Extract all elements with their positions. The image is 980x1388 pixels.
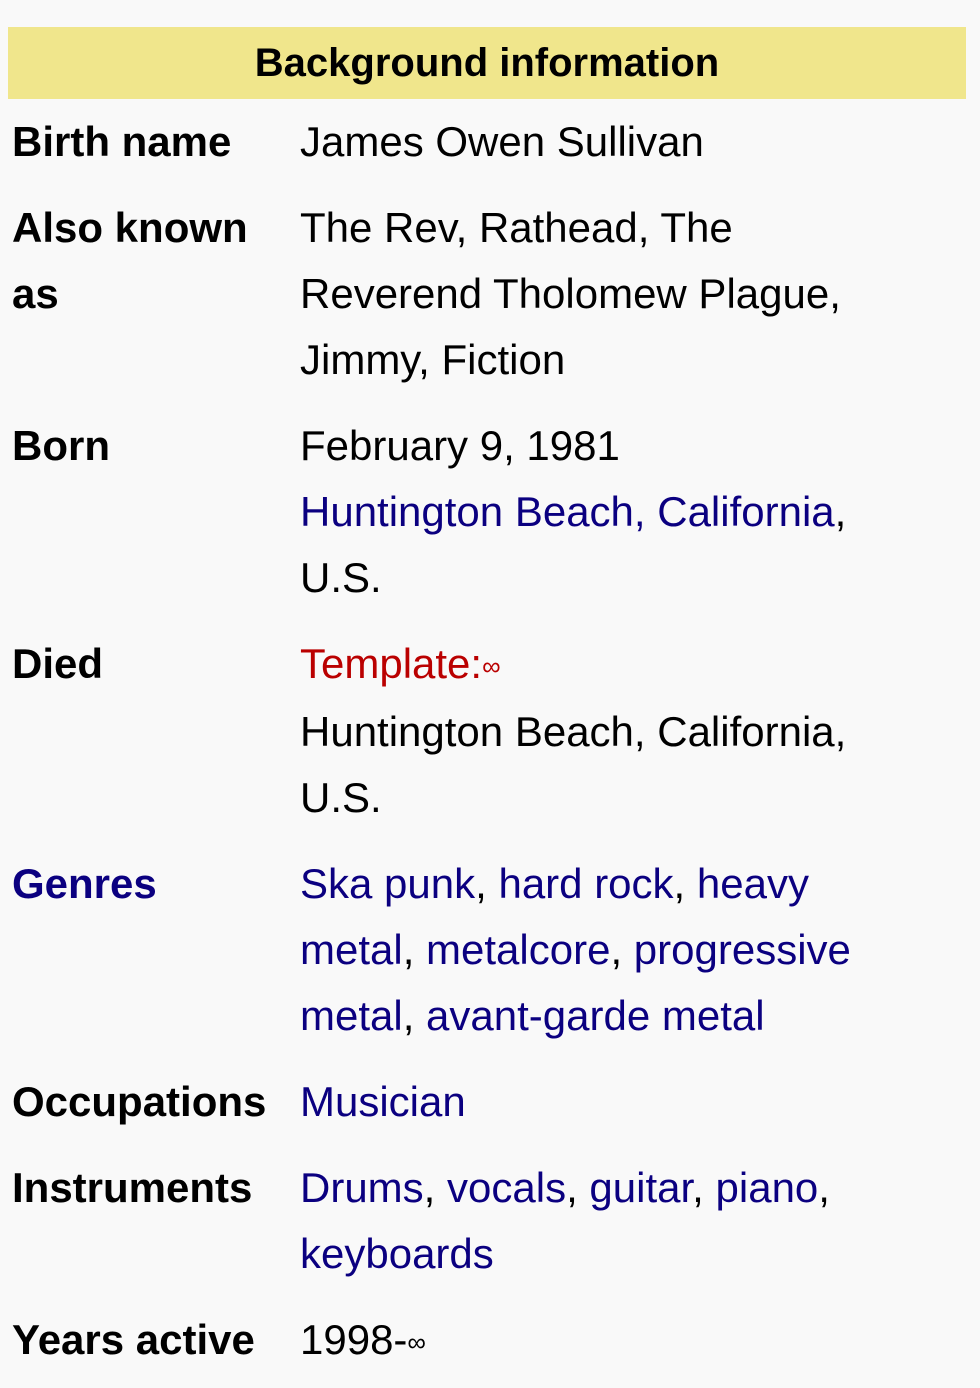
separator: , xyxy=(475,860,499,907)
row-birth-name: Birth name James Owen Sullivan xyxy=(8,109,966,175)
template-redlink[interactable]: Template:∞ xyxy=(300,640,501,687)
row-also-known-as: Also known as The Rev, Rathead, The Reve… xyxy=(8,195,966,393)
label-birth-name: Birth name xyxy=(12,118,232,165)
genre-link[interactable]: hard rock xyxy=(498,860,673,907)
infinity-icon: ∞ xyxy=(407,1327,426,1357)
row-born: Born February 9, 1981 Huntington Beach, … xyxy=(8,413,966,611)
infobox-header: Background information xyxy=(8,27,966,99)
label-also-known-as: Also known as xyxy=(12,204,248,317)
row-years-active: Years active 1998-∞ xyxy=(8,1307,966,1375)
separator: , xyxy=(673,860,697,907)
instrument-link[interactable]: piano xyxy=(716,1164,819,1211)
label-died: Died xyxy=(12,640,104,687)
label-occupations: Occupations xyxy=(12,1078,267,1125)
genre-link[interactable]: avant-garde metal xyxy=(426,992,765,1039)
value-birth-name: James Owen Sullivan xyxy=(300,118,704,165)
label-instruments: Instruments xyxy=(12,1164,253,1211)
label-genres-link[interactable]: Genres xyxy=(8,851,300,1049)
separator: , xyxy=(818,1164,830,1211)
value-instruments: Drums, vocals, guitar, piano, keyboards xyxy=(300,1155,966,1287)
separator: , xyxy=(566,1164,590,1211)
separator: , xyxy=(423,1164,448,1211)
instrument-link[interactable]: guitar xyxy=(589,1164,692,1211)
occupation-link[interactable]: Musician xyxy=(300,1078,466,1125)
genre-link[interactable]: metalcore xyxy=(426,926,610,973)
value-occupations: Musician xyxy=(300,1069,966,1135)
row-occupations: Occupations Musician xyxy=(8,1069,966,1135)
label-years-active: Years active xyxy=(12,1316,255,1363)
value-also-known-as: The Rev, Rathead, The Reverend Tholomew … xyxy=(300,204,841,383)
infinity-icon: ∞ xyxy=(482,651,501,681)
row-genres: Genres Ska punk, hard rock, heavy metal,… xyxy=(8,851,966,1049)
genre-link[interactable]: Ska punk xyxy=(300,860,475,907)
separator: , xyxy=(402,992,427,1039)
row-instruments: Instruments Drums, vocals, guitar, piano… xyxy=(8,1155,966,1287)
instrument-link[interactable]: vocals xyxy=(447,1164,566,1211)
death-place: Huntington Beach, California, U.S. xyxy=(300,708,847,821)
row-died: Died Template:∞ Huntington Beach, Califo… xyxy=(8,631,966,831)
birth-place-link[interactable]: Huntington Beach, California xyxy=(300,488,835,535)
label-born: Born xyxy=(12,422,110,469)
value-years-active: 1998-∞ xyxy=(300,1316,426,1363)
separator: , xyxy=(402,926,427,973)
separator: , xyxy=(692,1164,716,1211)
separator: , xyxy=(610,926,634,973)
instrument-link[interactable]: Drums xyxy=(300,1164,424,1211)
value-genres: Ska punk, hard rock, heavy metal, metalc… xyxy=(300,851,966,1049)
value-died: Template:∞ Huntington Beach, California,… xyxy=(300,631,966,831)
infobox: Background information Birth name James … xyxy=(8,27,966,1375)
instrument-link[interactable]: keyboards xyxy=(300,1230,494,1277)
birth-date: February 9, 1981 xyxy=(300,422,620,469)
value-born: February 9, 1981 Huntington Beach, Calif… xyxy=(300,413,966,611)
